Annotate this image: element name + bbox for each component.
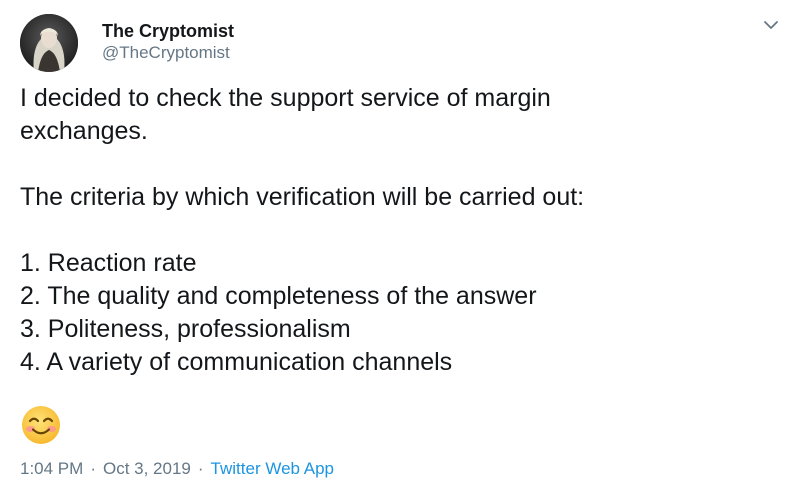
user-names: The Cryptomist @TheCryptomist [102, 20, 234, 64]
tweet-source-link[interactable]: Twitter Web App [211, 459, 334, 478]
tweet-card: The Cryptomist @TheCryptomist I decided … [0, 0, 800, 493]
meta-separator: · [90, 459, 96, 478]
tweet-text-line: I decided to check the support service o… [20, 84, 551, 112]
user-handle[interactable]: @TheCryptomist [102, 42, 234, 64]
tweet-date[interactable]: Oct 3, 2019 [103, 459, 191, 478]
criteria-intro: The criteria by which verification will … [20, 183, 585, 211]
criteria-item: 2. The quality and completeness of the a… [20, 282, 537, 310]
tweet-text: I decided to check the support service o… [20, 82, 780, 379]
smiling-face-with-smiling-eyes-icon [20, 404, 62, 446]
meta-separator: · [197, 459, 204, 478]
tweet-time[interactable]: 1:04 PM [20, 459, 83, 478]
display-name[interactable]: The Cryptomist [102, 20, 234, 42]
tweet-header: The Cryptomist @TheCryptomist [20, 14, 234, 72]
chevron-down-icon[interactable] [762, 16, 780, 34]
criteria-item: 4. A variety of communication channels [20, 348, 453, 376]
avatar[interactable] [20, 14, 78, 72]
tweet-meta: 1:04 PM · Oct 3, 2019 · Twitter Web App [20, 457, 334, 481]
tweet-text-line: exchanges. [20, 117, 148, 145]
avatar-image [20, 14, 78, 72]
criteria-item: 1. Reaction rate [20, 249, 197, 277]
criteria-item: 3. Politeness, professionalism [20, 315, 351, 343]
